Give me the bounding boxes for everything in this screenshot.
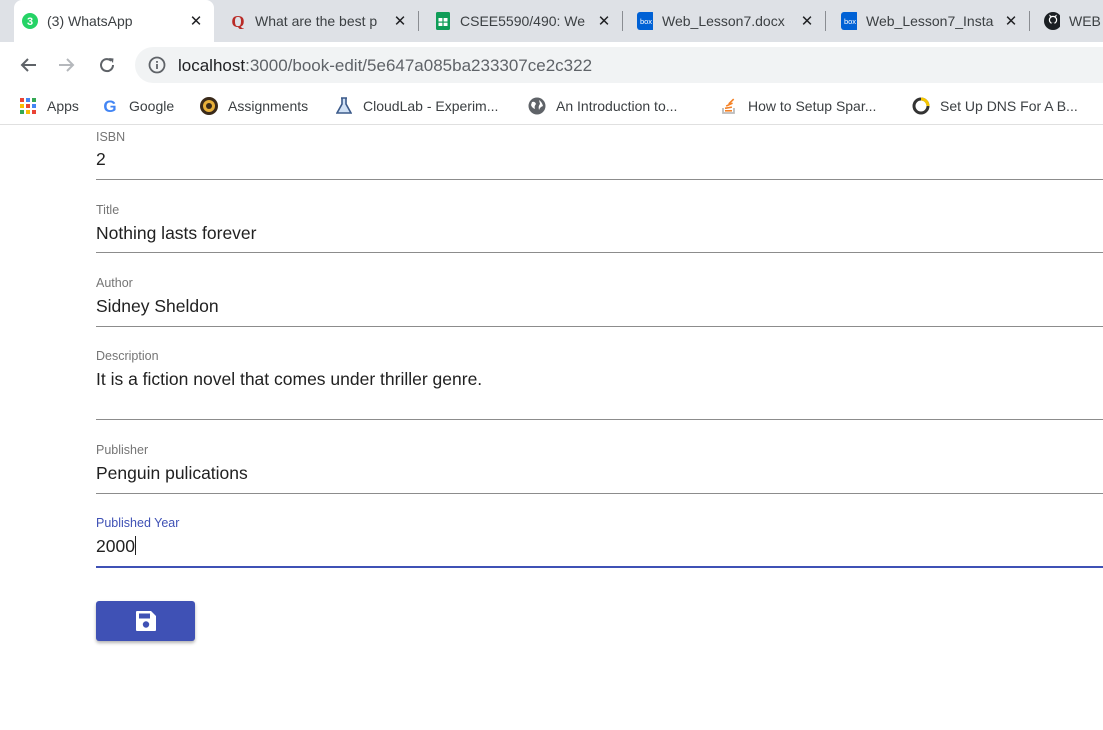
bookmark-label: How to Setup Spar... — [748, 98, 877, 114]
quora-icon: Q — [230, 13, 246, 29]
isbn-input[interactable]: 2 — [96, 149, 106, 170]
google-icon: G — [101, 97, 119, 115]
tab-web-lesson7-docx[interactable]: box Web_Lesson7.docx ✕ — [629, 0, 825, 42]
isbn-label: ISBN — [96, 130, 126, 144]
page-content: ISBN 2 Title Nothing lasts forever Autho… — [0, 125, 1103, 730]
tab-title: WEB — [1069, 13, 1101, 29]
tab-separator — [1029, 11, 1030, 31]
bookmark-label: Google — [129, 98, 175, 114]
apps-grid-icon — [19, 97, 37, 115]
info-icon[interactable] — [148, 56, 166, 79]
close-icon[interactable]: ✕ — [186, 12, 206, 30]
forward-button[interactable] — [50, 48, 84, 82]
published-year-field[interactable]: Published Year 2000 — [96, 516, 1103, 568]
url-text: localhost:3000/book-edit/5e647a085ba2333… — [178, 56, 592, 76]
close-icon[interactable]: ✕ — [594, 12, 614, 30]
svg-text:G: G — [103, 97, 116, 115]
published-year-underline — [96, 566, 1103, 568]
box-icon: box — [841, 12, 857, 30]
svg-text:box: box — [844, 17, 856, 26]
tab-strip: 3 (3) WhatsApp ✕ Q What are the best p ✕… — [0, 0, 1103, 42]
bookmark-cloudlab[interactable]: CloudLab - Experim... — [335, 96, 498, 116]
published-year-input[interactable]: 2000 — [96, 536, 136, 557]
stackoverflow-icon — [720, 97, 738, 115]
globe-icon — [528, 97, 546, 115]
title-input[interactable]: Nothing lasts forever — [96, 223, 257, 244]
save-button[interactable] — [96, 601, 195, 641]
author-field[interactable]: Author Sidney Sheldon — [96, 276, 1103, 327]
tab-github[interactable]: WEB — [1036, 0, 1103, 42]
whatsapp-icon: 3 — [22, 13, 38, 29]
google-sheets-icon — [435, 12, 451, 30]
back-button[interactable] — [11, 48, 45, 82]
tab-title: What are the best p — [255, 13, 378, 29]
url-host: localhost — [178, 56, 246, 75]
tab-separator — [622, 11, 623, 31]
tab-quora[interactable]: Q What are the best p ✕ — [222, 0, 418, 42]
tab-title: (3) WhatsApp — [47, 13, 133, 29]
isbn-field[interactable]: ISBN 2 — [96, 130, 1103, 180]
address-bar[interactable]: localhost:3000/book-edit/5e647a085ba2333… — [135, 47, 1103, 83]
assignments-icon — [200, 97, 218, 115]
close-icon[interactable]: ✕ — [797, 12, 817, 30]
tab-whatsapp[interactable]: 3 (3) WhatsApp ✕ — [14, 0, 214, 42]
text-caret — [134, 536, 136, 555]
tab-title: Web_Lesson7.docx — [662, 13, 785, 29]
publisher-underline — [96, 493, 1103, 494]
flask-icon — [335, 97, 353, 115]
svg-text:box: box — [640, 17, 652, 26]
published-year-value: 2000 — [96, 536, 135, 556]
bookmark-google[interactable]: G Google — [101, 96, 174, 116]
bookmark-label: Apps — [47, 98, 79, 114]
title-label: Title — [96, 203, 120, 217]
tab-separator — [418, 11, 419, 31]
svg-text:3: 3 — [27, 16, 33, 28]
title-field[interactable]: Title Nothing lasts forever — [96, 203, 1103, 253]
author-label: Author — [96, 276, 133, 290]
reload-button[interactable] — [90, 48, 124, 82]
github-icon — [1044, 12, 1060, 30]
tab-web-lesson7-insta[interactable]: box Web_Lesson7_Insta ✕ — [833, 0, 1029, 42]
tab-title: Web_Lesson7_Insta — [866, 13, 994, 29]
url-path: :3000/book-edit/5e647a085ba233307ce2c322 — [245, 56, 593, 75]
author-underline — [96, 326, 1103, 327]
isbn-underline — [96, 179, 1103, 180]
bookmark-label: Assignments — [228, 98, 309, 114]
back-arrow-icon — [20, 58, 36, 72]
forward-arrow-icon — [59, 58, 75, 72]
publisher-field[interactable]: Publisher Penguin pulications — [96, 443, 1103, 494]
bookmark-label: CloudLab - Experim... — [363, 98, 499, 114]
dns-icon — [912, 97, 930, 115]
description-label: Description — [96, 349, 159, 363]
bookmarks-bar: Apps G Google Assignments CloudLab - Exp… — [0, 88, 1103, 125]
svg-text:Q: Q — [231, 13, 244, 29]
browser-toolbar: localhost:3000/book-edit/5e647a085ba2333… — [0, 42, 1103, 88]
close-icon[interactable]: ✕ — [390, 12, 410, 30]
close-icon[interactable]: ✕ — [1001, 12, 1021, 30]
author-input[interactable]: Sidney Sheldon — [96, 296, 219, 317]
bookmark-label: Set Up DNS For A B... — [940, 98, 1078, 114]
title-underline — [96, 252, 1103, 253]
tab-title: CSEE5590/490: We — [460, 13, 586, 29]
tab-csee[interactable]: CSEE5590/490: We ✕ — [427, 0, 622, 42]
description-field[interactable]: Description It is a fiction novel that c… — [96, 349, 1103, 420]
box-icon: box — [637, 12, 653, 30]
save-icon — [135, 611, 156, 631]
bookmark-apps[interactable]: Apps — [19, 96, 79, 116]
bookmark-assignments[interactable]: Assignments — [200, 96, 308, 116]
reload-icon — [100, 58, 115, 73]
bookmark-introduction[interactable]: An Introduction to... — [528, 96, 677, 116]
publisher-label: Publisher — [96, 443, 149, 457]
bookmark-dns[interactable]: Set Up DNS For A B... — [912, 96, 1078, 116]
publisher-input[interactable]: Penguin pulications — [96, 463, 248, 484]
bookmark-label: An Introduction to... — [556, 98, 678, 114]
description-textarea[interactable]: It is a fiction novel that comes under t… — [96, 369, 482, 390]
published-year-label: Published Year — [96, 516, 180, 530]
tab-separator — [825, 11, 826, 31]
description-underline — [96, 419, 1103, 420]
bookmark-spark-setup[interactable]: How to Setup Spar... — [720, 96, 876, 116]
